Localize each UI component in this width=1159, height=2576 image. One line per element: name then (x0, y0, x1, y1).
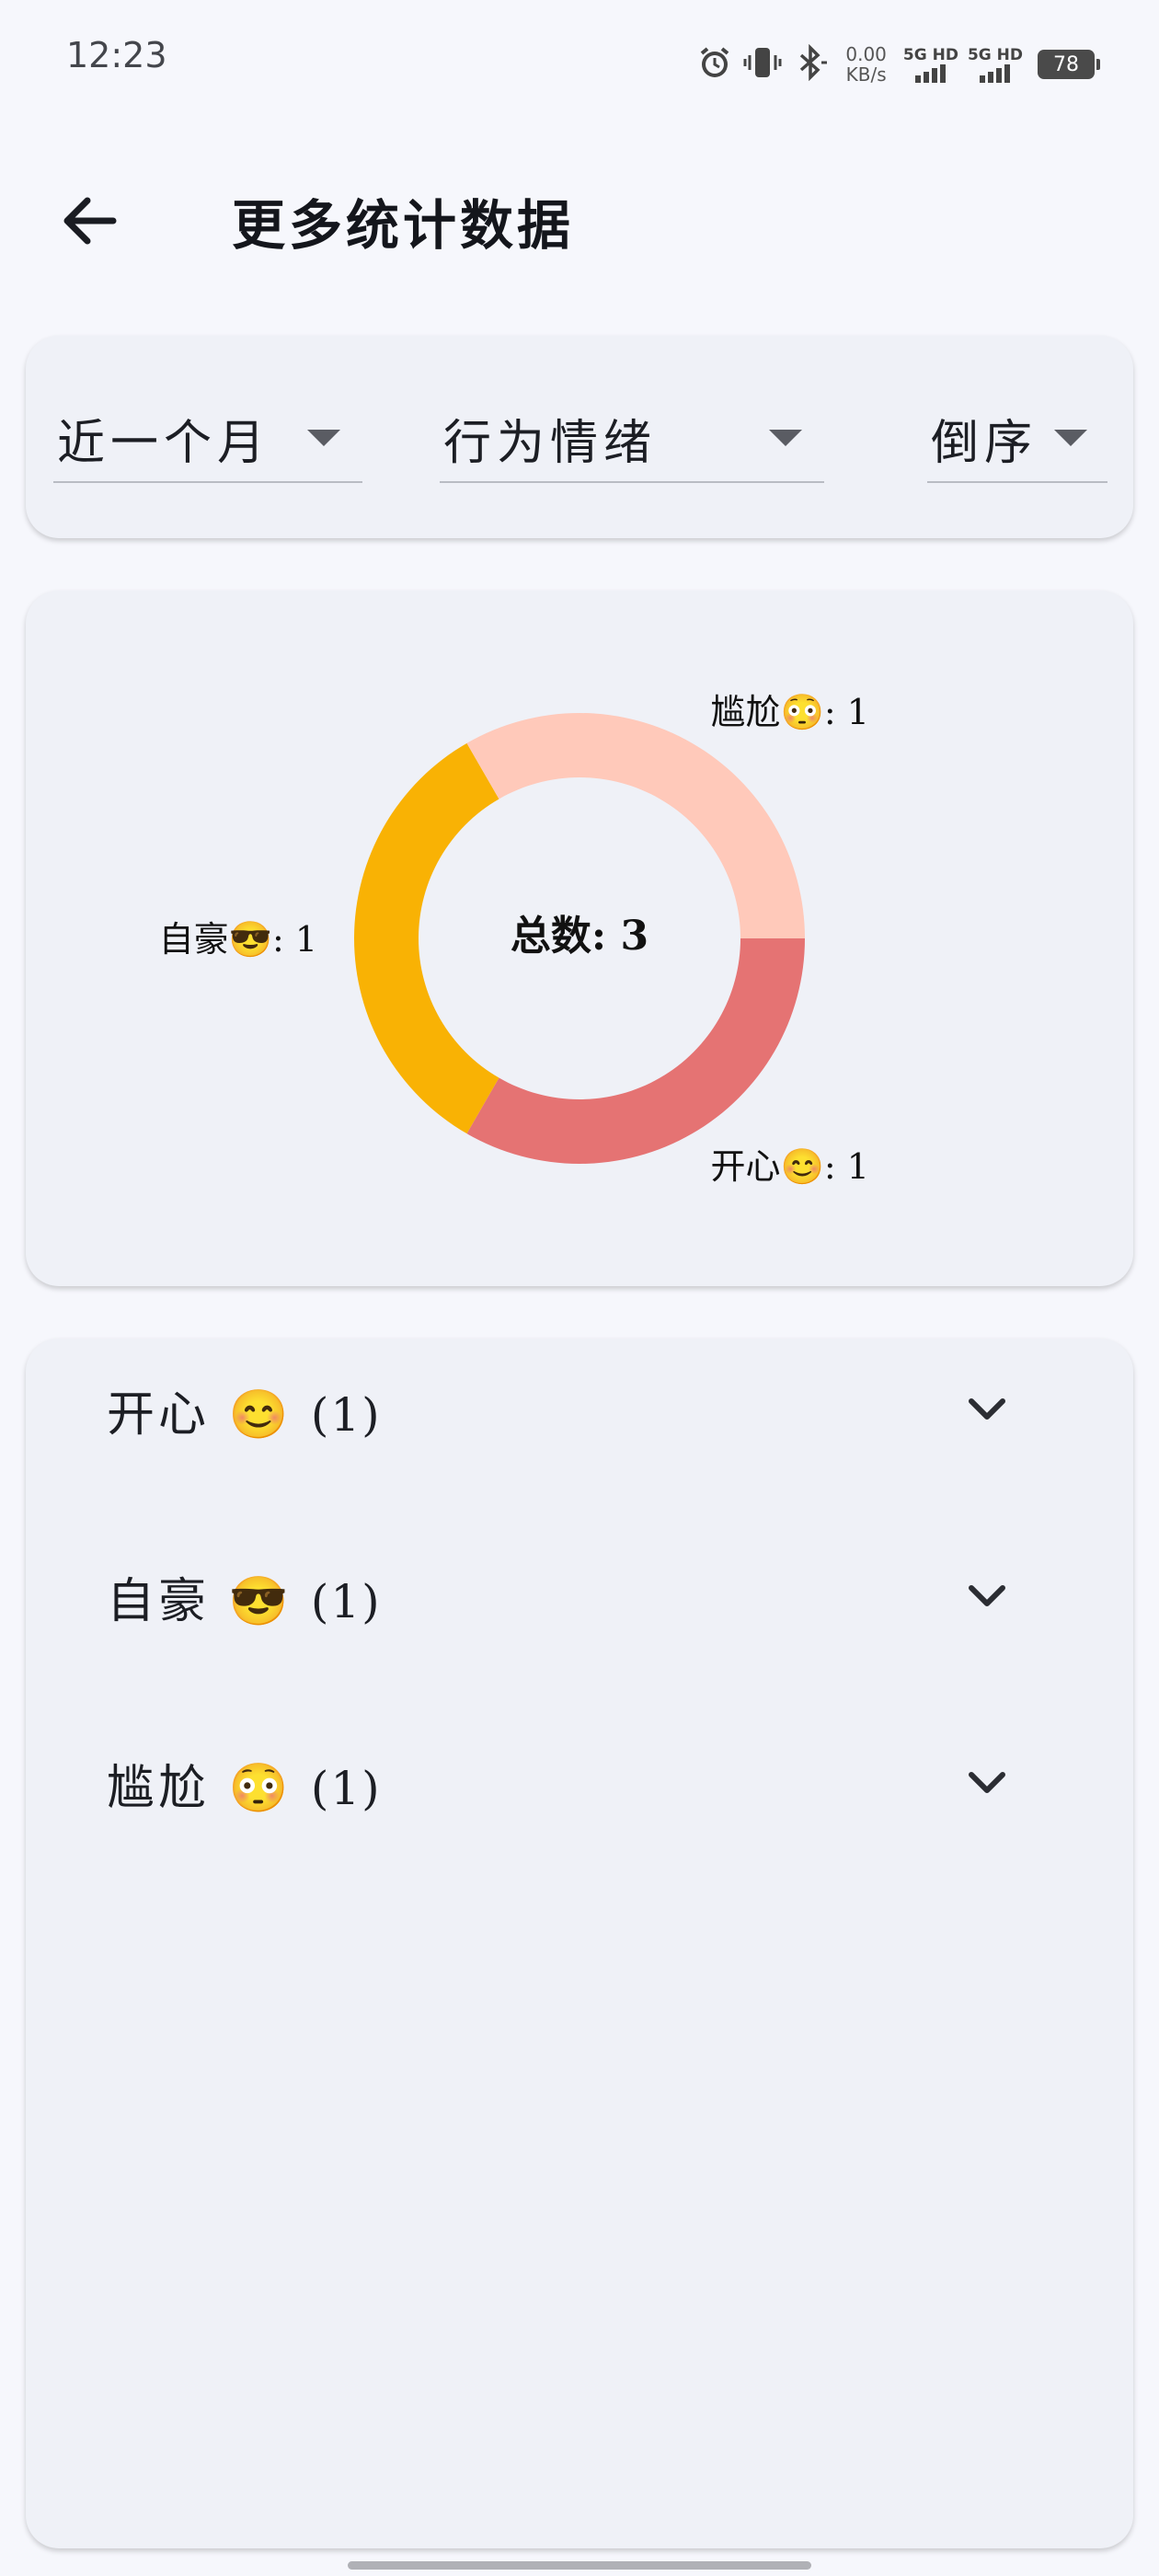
order-dropdown-value: 倒序 (931, 416, 1039, 471)
list-item[interactable]: 开心 😊 (1) (26, 1339, 1133, 1477)
sim1-label: 5G HD (902, 46, 958, 64)
alarm-icon (696, 44, 733, 85)
chevron-down-icon[interactable] (964, 1760, 1010, 1806)
category-dropdown[interactable]: 行为情绪 (440, 391, 824, 483)
dropdown-arrow-icon (769, 430, 802, 446)
list-item-name: 开心 😊 (107, 1387, 293, 1443)
emotion-donut-chart: 总数: 3 开心😊: 1 自豪😎: 1 尴尬😳: 1 (159, 692, 869, 1187)
emotion-list: 开心 😊 (1) 自豪 😎 (1) 尴尬 😳 (1) (26, 1339, 1133, 2548)
list-item-label: 自豪 😎 (1) (107, 1562, 382, 1631)
status-bar: 12:23 0.00 KB/s 5G HD 5G HD 78 (0, 0, 1159, 124)
battery-level: 78 (1053, 52, 1079, 76)
range-dropdown-value: 近一个月 (57, 416, 271, 471)
sim2-label: 5G HD (967, 46, 1023, 64)
page-title: 更多统计数据 (232, 194, 575, 257)
category-dropdown-value: 行为情绪 (443, 416, 658, 471)
arrow-left-icon (63, 197, 117, 245)
slice-label: 开心😊: 1 (711, 1146, 869, 1187)
dropdown-arrow-icon (307, 430, 340, 446)
list-item-count: (1) (310, 1388, 382, 1442)
filter-card: 近一个月 行为情绪 倒序 (26, 336, 1133, 538)
status-icons: 0.00 KB/s 5G HD 5G HD 78 (696, 37, 1100, 92)
list-item[interactable]: 尴尬 😳 (1) (26, 1712, 1133, 1850)
chevron-down-icon[interactable] (964, 1573, 1010, 1619)
net-speed-value: 0.00 (845, 43, 887, 65)
net-speed-unit: KB/s (845, 63, 887, 86)
chart-center-label: 总数: 3 (511, 913, 648, 960)
list-item-name: 尴尬 😳 (107, 1761, 293, 1816)
donut-slice (354, 742, 499, 1134)
chevron-down-icon[interactable] (964, 1386, 1010, 1432)
home-indicator[interactable] (348, 2561, 811, 2570)
list-item-count: (1) (310, 1575, 382, 1628)
range-dropdown[interactable]: 近一个月 (53, 391, 362, 483)
signal-icon: 5G HD (903, 46, 958, 83)
chart-card: 总数: 3 开心😊: 1 自豪😎: 1 尴尬😳: 1 (26, 591, 1133, 1286)
back-button[interactable] (53, 184, 127, 258)
dropdown-arrow-icon (1054, 430, 1087, 446)
donut-slice (466, 938, 805, 1164)
vibrate-icon (742, 44, 783, 85)
bluetooth-icon (792, 43, 829, 85)
list-item-count: (1) (310, 1762, 382, 1815)
net-speed: 0.00 KB/s (845, 44, 887, 85)
signal-icon-2: 5G HD (968, 46, 1023, 83)
slice-label: 尴尬😳: 1 (711, 692, 869, 732)
order-dropdown[interactable]: 倒序 (927, 391, 1107, 483)
list-item-label: 尴尬 😳 (1) (107, 1749, 382, 1818)
list-item[interactable]: 自豪 😎 (1) (26, 1525, 1133, 1663)
battery-icon: 78 (1038, 50, 1100, 79)
list-item-label: 开心 😊 (1) (107, 1375, 382, 1444)
list-item-name: 自豪 😎 (107, 1574, 293, 1629)
slice-label: 自豪😎: 1 (159, 919, 317, 960)
donut-slice (466, 713, 805, 938)
status-time: 12:23 (66, 35, 167, 75)
